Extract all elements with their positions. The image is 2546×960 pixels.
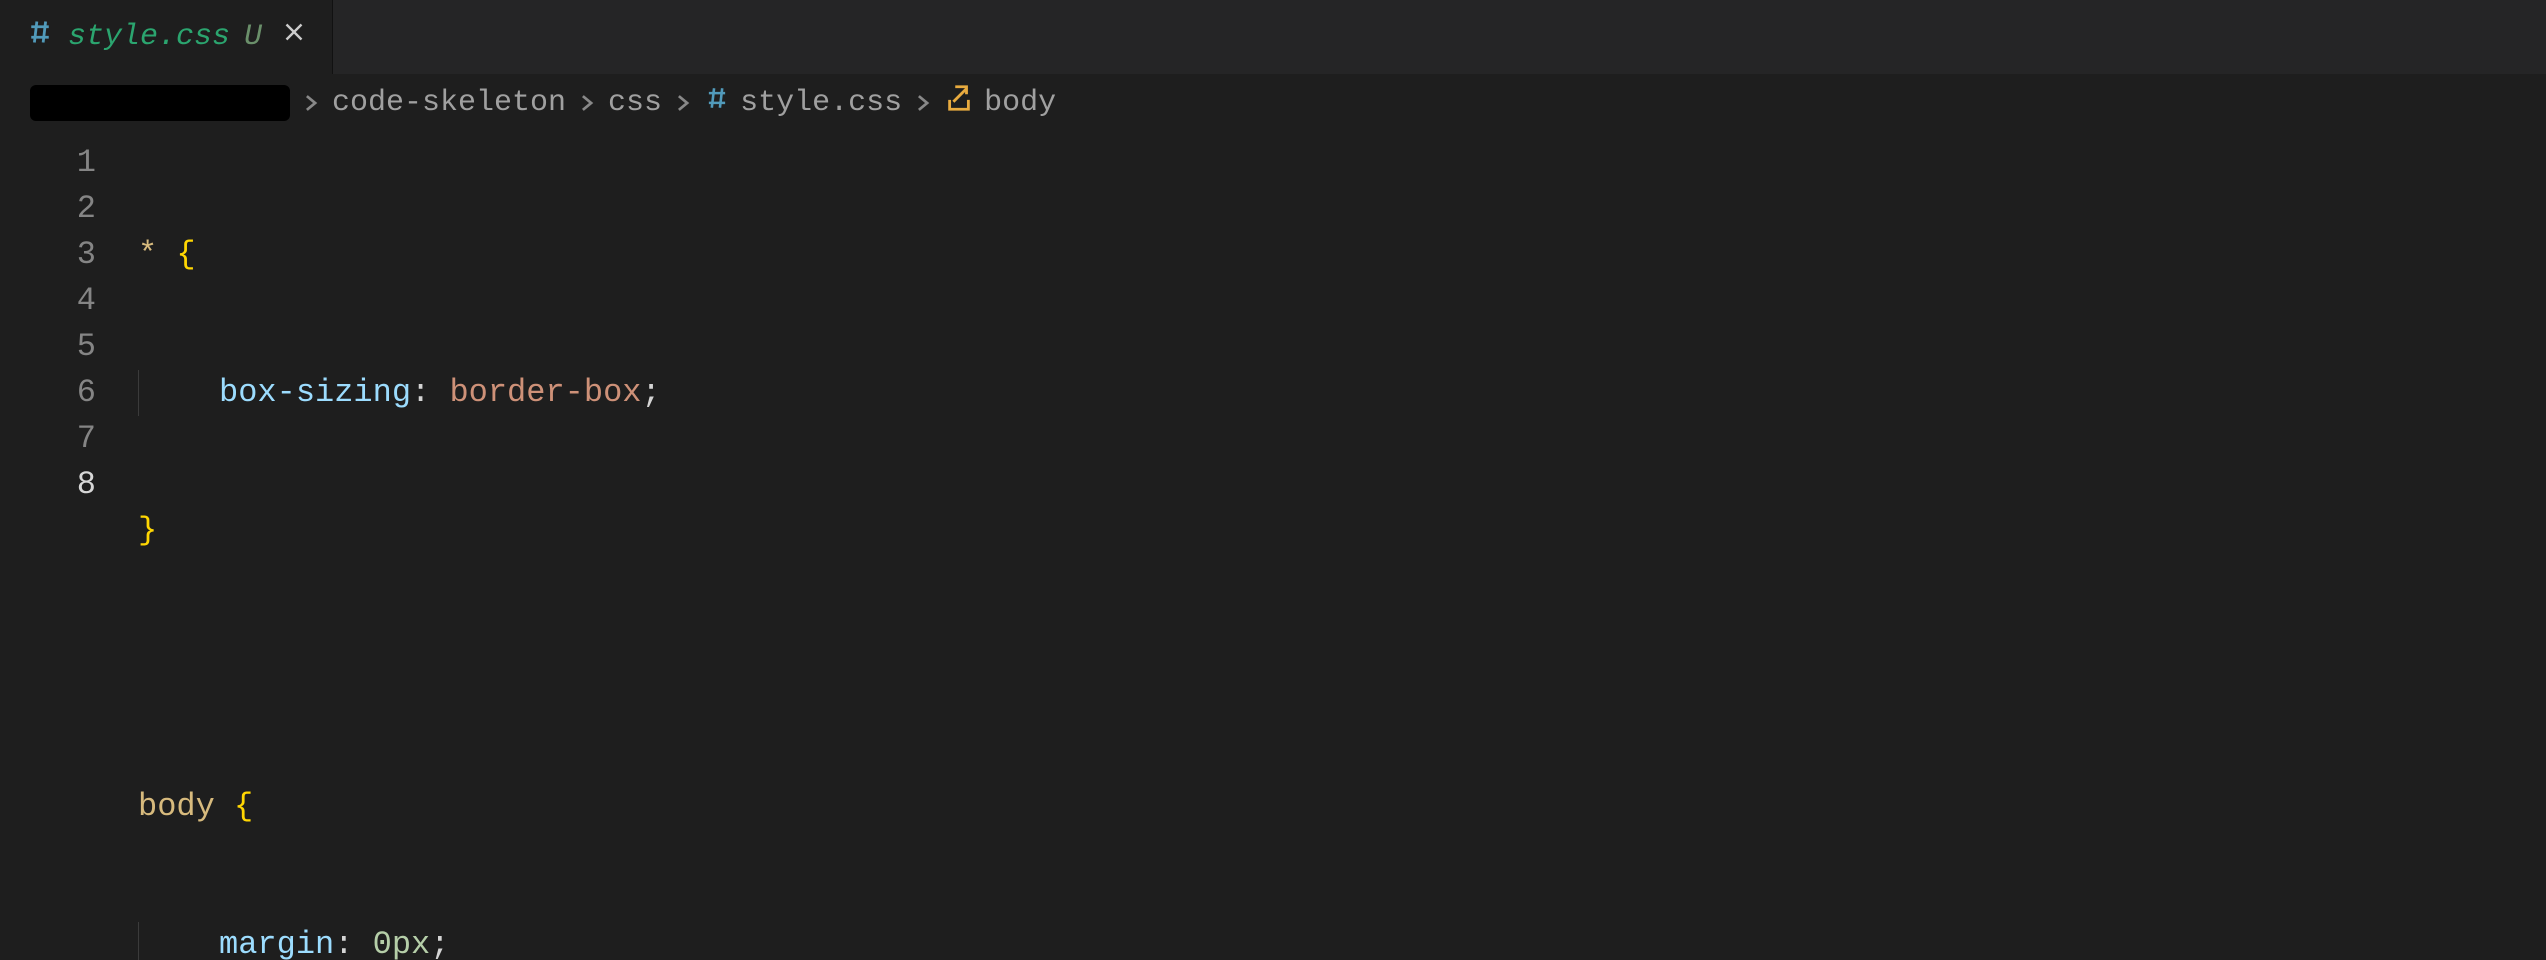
colon: : bbox=[334, 922, 372, 960]
chevron-right-icon bbox=[300, 92, 322, 114]
line-number-gutter: 1 2 3 4 5 6 7 8 bbox=[0, 132, 138, 960]
code-line: margin: 0px; bbox=[138, 922, 2546, 960]
semicolon: ; bbox=[430, 922, 449, 960]
semicolon: ; bbox=[641, 370, 660, 416]
breadcrumb-folder[interactable]: css bbox=[608, 86, 662, 120]
code-line: box-sizing: border-box; bbox=[138, 370, 2546, 416]
line-number: 8 bbox=[0, 462, 96, 508]
symbol-rule-icon bbox=[944, 83, 974, 123]
breadcrumb-symbol[interactable]: body bbox=[984, 86, 1056, 120]
css-value: border-box bbox=[449, 370, 641, 416]
line-number: 2 bbox=[0, 186, 96, 232]
line-number: 1 bbox=[0, 140, 96, 186]
brace: } bbox=[138, 508, 157, 554]
editor-tab[interactable]: style.css U bbox=[0, 0, 333, 74]
chevron-right-icon bbox=[576, 92, 598, 114]
close-icon[interactable] bbox=[276, 20, 306, 54]
breadcrumb-file[interactable]: style.css bbox=[740, 86, 902, 120]
line-number: 3 bbox=[0, 232, 96, 278]
css-property: margin bbox=[219, 922, 334, 960]
brace: { bbox=[157, 232, 195, 278]
line-number: 7 bbox=[0, 416, 96, 462]
css-value: 0px bbox=[373, 922, 431, 960]
brace: { bbox=[215, 784, 253, 830]
line-number: 6 bbox=[0, 370, 96, 416]
breadcrumb-redacted-segment[interactable] bbox=[30, 85, 290, 121]
tab-git-status: U bbox=[244, 20, 262, 54]
line-number: 4 bbox=[0, 278, 96, 324]
code-content[interactable]: * { box-sizing: border-box; } body { mar… bbox=[138, 132, 2546, 960]
line-number: 5 bbox=[0, 324, 96, 370]
code-editor[interactable]: 1 2 3 4 5 6 7 8 * { box-sizing: border-b… bbox=[0, 132, 2546, 960]
breadcrumb-folder[interactable]: code-skeleton bbox=[332, 86, 566, 120]
css-file-icon bbox=[26, 18, 54, 56]
code-line: body { bbox=[138, 784, 2546, 830]
chevron-right-icon bbox=[912, 92, 934, 114]
css-file-icon bbox=[704, 85, 730, 121]
tab-filename: style.css bbox=[68, 20, 230, 54]
css-selector: * bbox=[138, 232, 157, 278]
code-line bbox=[138, 646, 2546, 692]
css-selector: body bbox=[138, 784, 215, 830]
code-line: * { bbox=[138, 232, 2546, 278]
css-property: box-sizing bbox=[219, 370, 411, 416]
code-line: } bbox=[138, 508, 2546, 554]
breadcrumb: code-skeleton css style.css body bbox=[0, 74, 2546, 132]
chevron-right-icon bbox=[672, 92, 694, 114]
tab-bar: style.css U bbox=[0, 0, 2546, 74]
colon: : bbox=[411, 370, 449, 416]
